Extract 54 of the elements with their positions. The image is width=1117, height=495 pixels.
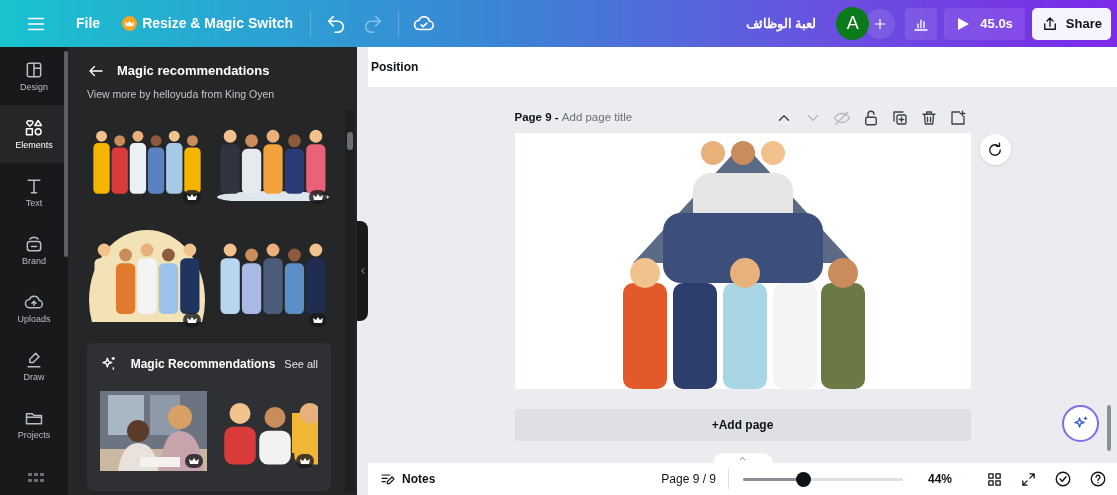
notes-icon	[380, 471, 396, 487]
elements-icon	[24, 118, 44, 138]
present-button[interactable]: 45.0s	[944, 7, 1025, 40]
section-title: Magic Recommendations	[130, 355, 276, 373]
share-button[interactable]: Share	[1031, 7, 1111, 40]
slider-thumb[interactable]	[796, 471, 811, 487]
scrollbar[interactable]	[64, 51, 68, 257]
design-page[interactable]	[514, 133, 971, 389]
rail-tab[interactable]: Draw	[0, 337, 68, 395]
sparkle-icon	[100, 354, 118, 373]
design-icon	[24, 60, 44, 80]
apps-icon[interactable]	[28, 473, 44, 485]
scrollbar[interactable]	[345, 110, 355, 493]
add-collaborator-button[interactable]	[865, 8, 896, 39]
rail-tab[interactable]: Uploads	[0, 279, 68, 337]
rail-tab[interactable]: Text	[0, 163, 68, 221]
avatar[interactable]: A	[836, 7, 870, 40]
grid-view-icon[interactable]	[986, 470, 1003, 488]
brand-icon	[24, 234, 44, 254]
crown-icon	[313, 315, 323, 324]
scrollbar[interactable]	[1107, 405, 1111, 451]
add-page-button[interactable]: +Add page	[514, 409, 971, 441]
insights-button[interactable]	[905, 7, 938, 40]
duplicate-icon[interactable]	[890, 109, 909, 127]
trash-icon[interactable]	[919, 109, 938, 127]
play-icon	[956, 16, 971, 31]
position-button[interactable]: Position	[371, 58, 419, 76]
crown-icon	[187, 192, 197, 201]
add-page-icon[interactable]	[948, 109, 967, 127]
fullscreen-icon[interactable]	[1020, 470, 1037, 488]
check-circle-icon[interactable]	[1054, 470, 1072, 488]
design-title[interactable]: لعبة الوظائف	[745, 13, 817, 34]
chevron-left-icon	[358, 267, 367, 275]
refresh-button[interactable]	[979, 134, 1011, 165]
help-icon[interactable]	[1089, 470, 1107, 488]
zoom-reading[interactable]: 44%	[928, 470, 968, 488]
see-all-link[interactable]: See all	[284, 355, 318, 372]
collapse-handle[interactable]	[357, 221, 368, 321]
crown-icon	[188, 456, 199, 465]
magic-assistant-button[interactable]	[1062, 405, 1099, 442]
rail-tab[interactable]: Brand	[0, 221, 68, 279]
crown-icon	[187, 315, 197, 324]
panel-title: Magic recommendations	[117, 62, 270, 81]
draw-icon	[24, 350, 44, 370]
notes-button[interactable]: Notes	[380, 470, 436, 488]
crown-icon	[300, 456, 310, 465]
crown-icon	[313, 192, 323, 201]
page-title-field[interactable]: Page 9 - Add page title	[514, 109, 633, 127]
page-count[interactable]: Page 9 / 9	[661, 470, 716, 488]
attribution-text[interactable]: View more by helloyuda from King Oyen	[87, 87, 331, 103]
crown-icon	[122, 16, 138, 31]
rail-tab[interactable]: Projects	[0, 395, 68, 453]
rail-tab[interactable]: Design	[0, 47, 68, 105]
refresh-icon	[986, 140, 1004, 159]
